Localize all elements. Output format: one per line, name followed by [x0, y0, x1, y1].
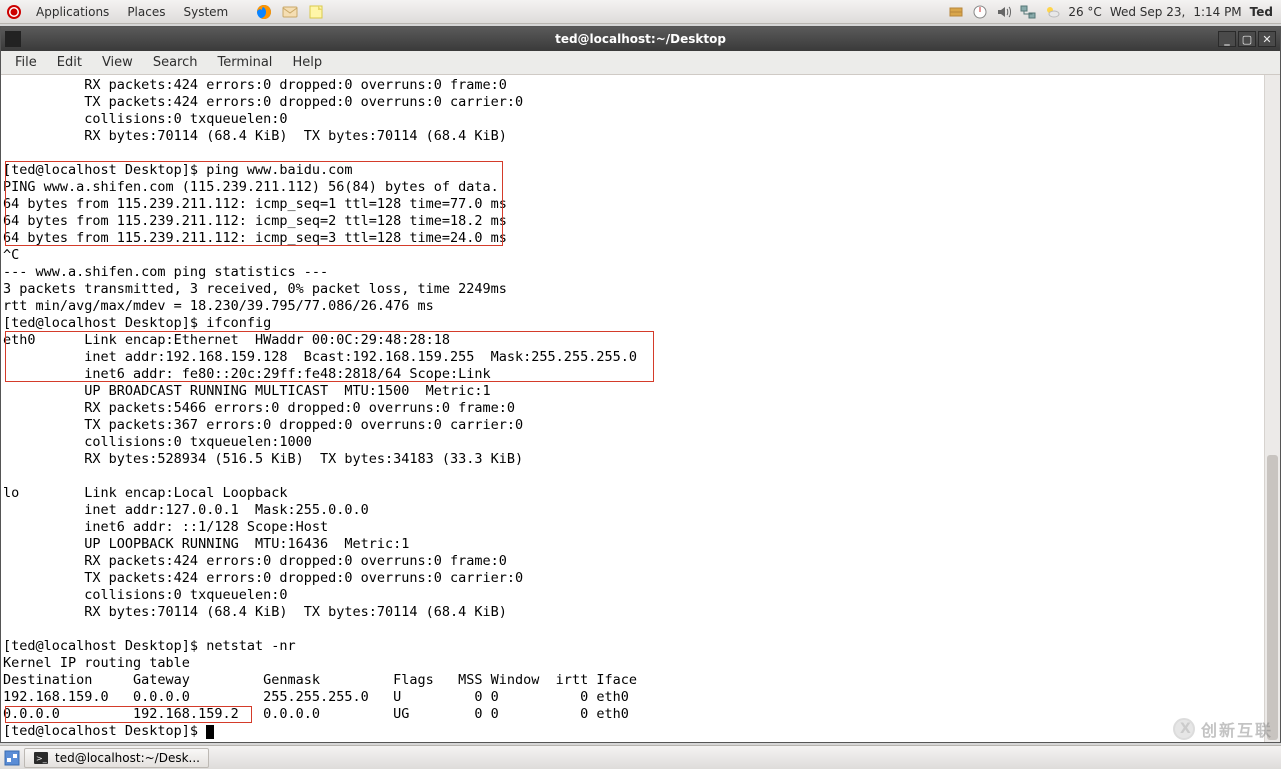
volume-icon[interactable] — [996, 4, 1012, 20]
menu-file[interactable]: File — [5, 53, 47, 72]
panel-username[interactable]: Ted — [1250, 5, 1273, 19]
menu-search[interactable]: Search — [143, 53, 208, 72]
weather-icon — [1044, 4, 1060, 20]
panel-date[interactable]: Wed Sep 23, — [1110, 5, 1186, 19]
weather-temp: 26 °C — [1068, 5, 1101, 19]
watermark-logo-icon — [1173, 718, 1195, 740]
taskbar-terminal[interactable]: >_ ted@localhost:~/Desk... — [24, 748, 209, 768]
show-desktop-icon[interactable] — [4, 750, 20, 766]
mail-icon[interactable] — [282, 4, 298, 20]
watermark: 创新互联 — [1173, 717, 1273, 741]
updates-icon[interactable] — [948, 4, 964, 20]
minimize-button[interactable]: _ — [1218, 31, 1236, 47]
scrollbar[interactable] — [1264, 75, 1280, 742]
taskbar-terminal-icon: >_ — [33, 750, 49, 766]
bottom-panel: >_ ted@localhost:~/Desk... — [0, 745, 1281, 769]
taskbar-terminal-label: ted@localhost:~/Desk... — [55, 751, 200, 765]
titlebar[interactable]: ted@localhost:~/Desktop _ ▢ ✕ — [1, 27, 1280, 51]
firefox-icon[interactable] — [256, 4, 272, 20]
terminal-window: ted@localhost:~/Desktop _ ▢ ✕ File Edit … — [0, 26, 1281, 743]
menu-places[interactable]: Places — [123, 3, 169, 21]
menu-system[interactable]: System — [179, 3, 232, 21]
terminal-output[interactable]: RX packets:424 errors:0 dropped:0 overru… — [1, 75, 1264, 742]
cpu-temp-icon[interactable] — [972, 4, 988, 20]
terminal-app-icon — [5, 31, 21, 47]
menu-help[interactable]: Help — [282, 53, 332, 72]
menu-terminal[interactable]: Terminal — [207, 53, 282, 72]
menu-edit[interactable]: Edit — [47, 53, 92, 72]
menubar: File Edit View Search Terminal Help — [1, 51, 1280, 75]
terminal-cursor — [206, 725, 214, 739]
scroll-thumb[interactable] — [1267, 455, 1278, 740]
panel-time[interactable]: 1:14 PM — [1193, 5, 1241, 19]
svg-text:>_: >_ — [36, 754, 48, 763]
notes-icon[interactable] — [308, 4, 324, 20]
top-panel: Applications Places System 26 °C Wed Sep… — [0, 0, 1281, 24]
close-button[interactable]: ✕ — [1258, 31, 1276, 47]
distro-icon — [6, 4, 22, 20]
network-icon[interactable] — [1020, 4, 1036, 20]
maximize-button[interactable]: ▢ — [1238, 31, 1256, 47]
menu-applications[interactable]: Applications — [32, 3, 113, 21]
window-title: ted@localhost:~/Desktop — [555, 32, 726, 46]
menu-view[interactable]: View — [92, 53, 143, 72]
watermark-text: 创新互联 — [1201, 717, 1273, 741]
